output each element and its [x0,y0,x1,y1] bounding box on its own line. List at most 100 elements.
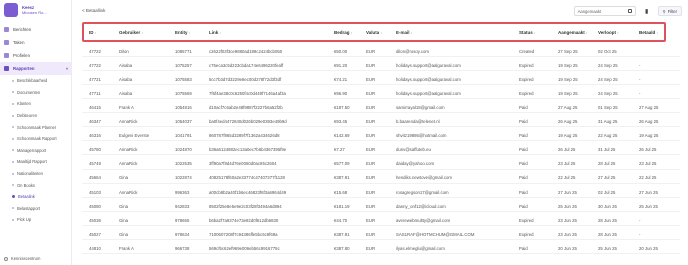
table-row[interactable]: 45103 AnnaRick 996363 a00cb8b2a40f1b6ec4682… [82,185,680,198]
table-row[interactable]: 47721 Aisaba 1075583 5cc7b3d7d3229e8ec00d27… [82,72,680,85]
table-cell: Frank A [119,104,134,110]
sidebar-subitem-10[interactable]: Betaalink [0,191,71,203]
table-row[interactable]: 46316 Eulgeni Everste 1041791 860787f865d32… [82,129,680,142]
sidebar-subitem-4[interactable]: Schoonmaak Planner [0,121,71,133]
clipboard-icon[interactable]: ▮ [642,6,652,16]
table-cell[interactable]: 8502f25e8e5e9e2c03f28f3494a6d894 [209,204,331,209]
bullet-icon [12,195,15,199]
sidebar-subitem-7[interactable]: Maaltijd Rapport [0,156,71,168]
table-header: ID↕ Gebruiker↕ Entity↕ Link↕ Bedrag↕ Valuta↕ E… [82,22,666,42]
table-cell[interactable]: c2622f03f3ce9880ad189c2424bcb050 [209,49,331,54]
column-header-label: E-mail [396,30,410,35]
filter-button[interactable]: ⚲ Filter [657,6,682,16]
sidebar-footer[interactable]: Kennisscentrum [4,256,40,261]
sidebar-subitem-5[interactable]: Schoonmaak Rapport [0,133,71,145]
column-header-3[interactable]: Link↕ [209,30,221,35]
brand[interactable]: Keesz Mloosen Ro... [0,0,71,20]
table-cell[interactable]: 7f6f4ae38c0c6250f4c0d449f7146a4af3a [209,91,331,96]
table-row[interactable]: 47711 Aisaba 1075569 7f6f4ae38c0c6250f4c0d4… [82,86,680,100]
table-cell: 45664 [89,175,101,181]
table-row[interactable]: 45780 AnnaRick 1024870 b36a6124882ec13a0ec7… [82,143,680,156]
table-row[interactable]: 45664 Gina 1022874 40825178f60a2e33774c4740… [82,171,680,184]
table-cell[interactable]: 569cf5c62ef969e006eb56c9916775c [209,246,331,251]
table-row[interactable]: 45080 Gina 942833 8502f25e8e5e9e2c03f28f349… [82,199,680,212]
table-cell: €44.70 [334,217,348,223]
column-header-8[interactable]: Aangemaakt↕ [558,30,588,35]
table-cell: AnnaRick [119,119,138,124]
sidebar-subitem-8[interactable]: Nationaliteiten [0,168,71,180]
table-row[interactable]: 47722 Aisaba 1075257 c75eca3c5d223cbda174e6… [82,58,680,71]
table-cell: 25 Jun 25 [639,203,658,209]
column-header-4[interactable]: Bedrag↕ [334,30,352,35]
column-header-2[interactable]: Entity↕ [175,30,190,35]
sidebar-subitem-label: Klanten [17,101,31,107]
table-cell[interactable]: b36a6124882ec13a0ec7b6b4367395f9e [209,147,331,152]
table-cell[interactable]: 40825178f60a2e33774c47407377f1128 [209,175,331,180]
sidebar-subitem-label: Schoonmaak Planner [17,124,57,130]
table-cell: Created [519,48,535,54]
column-header-9[interactable]: Verloopt↕ [598,30,619,35]
table-cell: ilyas.elmeglu@gmail.com [396,245,445,251]
table-cell[interactable]: 7100607208f7c94386ffe5bc5c9f69a [209,232,331,237]
table-cell: 28 Jul 25 [598,161,616,167]
table-cell[interactable]: 5cc7b3d7d3229e8ec00d278f72d3f3df [209,77,331,82]
table-cell: dunv@saffuteb.eu [396,147,431,153]
column-header-1[interactable]: Gebruiker↕ [119,30,143,35]
column-header-label: Bedrag [334,30,350,35]
table-cell: €387.91 [334,175,350,181]
sidebar-subitem-9[interactable]: On Books [0,179,71,191]
table-cell[interactable]: c75eca3c5d223cbda174e6496220feaff [209,63,331,68]
table-cell: 25 Jun 25 [598,245,617,251]
table-cell: shvitz19886@hotmail.com [396,133,447,139]
sidebar-subitem-1[interactable]: Documenten [0,87,71,99]
sidebar-subitem-3[interactable]: Debiteuren [0,110,71,122]
table-row[interactable]: 47722 Dilon 1085771 c2622f03f3ce9880ad189c2… [82,44,680,57]
sidebar-subitem-12[interactable]: Pick Up [0,214,71,226]
column-header-7[interactable]: Status↕ [519,30,536,35]
table-cell[interactable]: 860787f865d3289f7f1362a434626d8 [209,133,331,138]
table-cell[interactable]: 3ff90a7f8d4d76e0060d0ac85c2604 [209,161,331,166]
table-cell[interactable]: a00cb8b2a40f1b6ec46823f6f3a6964d49 [209,190,331,195]
sidebar-subitem-6[interactable]: Managerrapport [0,145,71,157]
table-cell: EUR [366,161,376,167]
table-cell[interactable]: ba0f4ed4472840d026b029e0393e49b9d [209,119,331,124]
sidebar-subitem-label: Beschikbaarheid [17,78,48,84]
table-row[interactable]: 46415 Frank A 1054816 d10acf7c6ab2e48f9887f… [82,100,680,114]
table-cell: €387.80 [334,245,350,251]
column-header-0[interactable]: ID↕ [89,30,96,35]
sort-icon: ↕ [410,31,413,35]
sidebar-subitem-label: Debiteuren [17,113,38,119]
column-header-10[interactable]: Betaald↕ [639,30,658,35]
date-filter-input[interactable]: Aangemaakt [573,6,636,16]
table-row[interactable]: 44810 Frank A 966738 569cf5c62ef969e006eb56… [82,241,680,255]
table-row[interactable]: 46347 AnnaRick 1054037 ba0f4ed4472840d026b0… [82,115,680,128]
table-row[interactable]: 45027 Gina 978634 7100607208f7c94386ffe5bc5… [82,227,680,241]
back-link[interactable]: < Betaallink [82,8,105,13]
table-cell: 45027 [89,231,101,237]
table-row[interactable]: 45036 Gina 978655 b6ba2f7a9374e73e82d0f612d… [82,213,680,226]
column-header-6[interactable]: E-mail↕ [396,30,412,35]
sidebar-item-2[interactable]: Profielen [0,49,71,62]
sidebar-subitem-11[interactable]: Belastapport [0,203,71,215]
table-cell: 22 Aug 25 [598,133,618,139]
table-row[interactable]: 45749 AnnaRick 1022535 3ff90a7f8d4d76e0060d… [82,157,680,170]
sort-icon: ↕ [141,31,144,35]
column-header-5[interactable]: Valuta↕ [366,30,382,35]
table-cell: 27 Aug 25 [558,104,578,110]
table-cell: EUR [366,147,376,153]
bullet-icon [12,184,14,187]
sidebar-item-3[interactable]: Rapporten ▾ [0,62,71,75]
sidebar-subitem-2[interactable]: Klanten [0,98,71,110]
table-cell: €187.50 [334,104,350,110]
sidebar-item-1[interactable]: Taken [0,36,71,49]
table-cell[interactable]: d10acf7c6ab2e48f9887f2227b6a52f2b [209,105,331,110]
sidebar-subitem-0[interactable]: Beschikbaarheid [0,75,71,87]
bullet-icon [12,137,14,140]
table-cell[interactable]: b6ba2f7a9374e73e82d0f612db6830 [209,218,331,223]
sort-icon: ↕ [617,31,619,35]
sidebar-item-0[interactable]: Berichten [0,23,71,36]
profiles-icon [4,53,9,58]
table-cell: EUR [366,217,376,223]
column-header-label: Entity [175,30,188,35]
table-cell: EUR [366,133,376,139]
